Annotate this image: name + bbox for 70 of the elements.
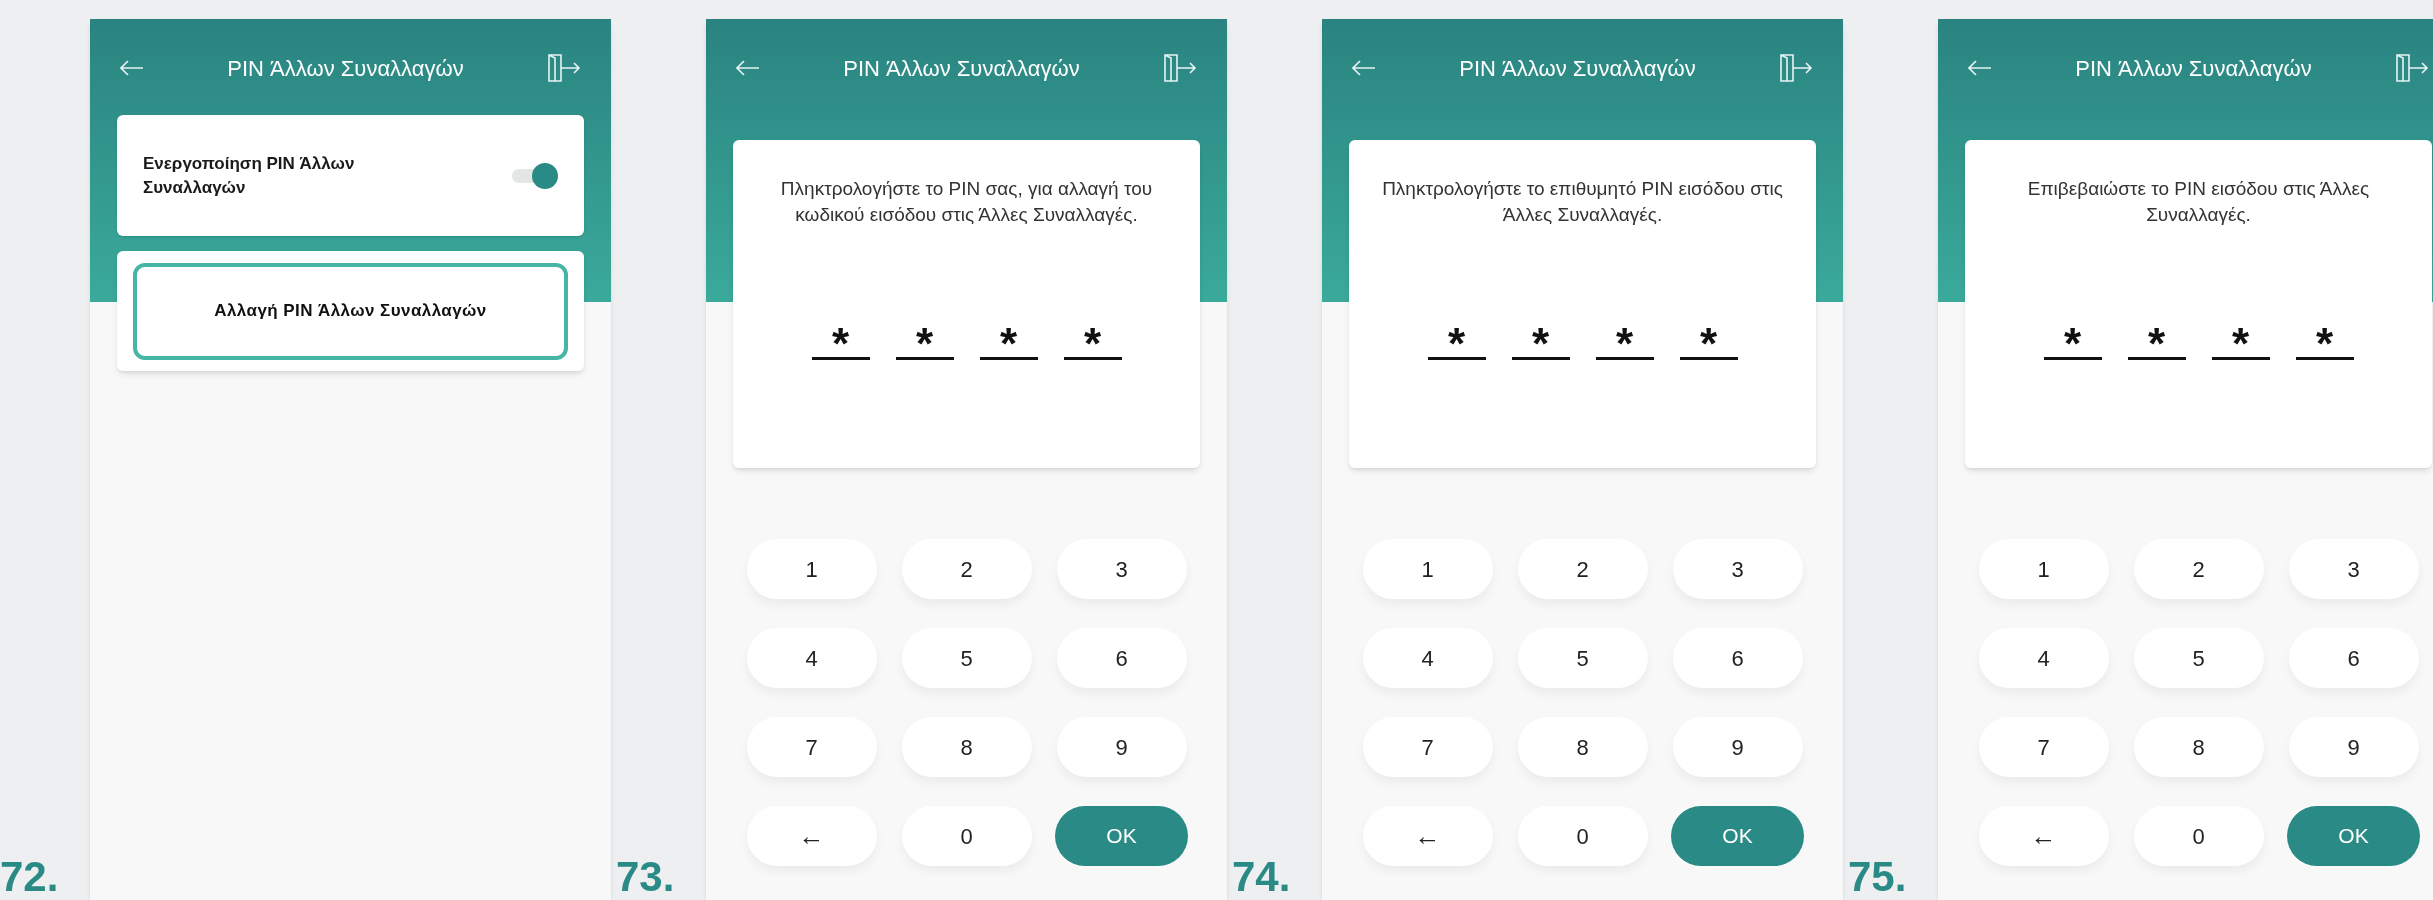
backspace-key[interactable]: ← — [1978, 806, 2109, 866]
back-icon[interactable] — [1968, 60, 1992, 76]
step-number: 75. — [1848, 856, 1907, 898]
change-pin-button[interactable]: Αλλαγή PIN Άλλων Συναλλαγών — [133, 262, 568, 360]
screen-title: PIN Άλλων Συναλλαγών — [1459, 54, 1696, 83]
pin-digit: * — [2211, 316, 2270, 360]
pin-prompt: Επιβεβαιώστε το PIN εισόδου στις Άλλες Συναλλαγές. — [2026, 177, 2371, 227]
screen-title: PIN Άλλων Συναλλαγών — [2075, 54, 2312, 83]
keypad-key[interactable]: 2 — [1517, 539, 1648, 599]
keypad-key[interactable]: 1 — [1978, 539, 2109, 599]
pin-digit: * — [979, 316, 1038, 360]
back-icon[interactable] — [120, 60, 144, 76]
keypad-key[interactable]: 9 — [2288, 717, 2419, 777]
keypad-key[interactable]: 6 — [1672, 628, 1803, 688]
keypad-key[interactable]: 6 — [1056, 628, 1187, 688]
keypad-key[interactable]: 8 — [2133, 717, 2264, 777]
keypad-key[interactable]: 3 — [1672, 539, 1803, 599]
step-number: 73. — [616, 856, 675, 898]
exit-door-icon[interactable] — [1779, 53, 1813, 83]
keypad-key[interactable]: 5 — [901, 628, 1032, 688]
keypad-key[interactable]: 0 — [901, 806, 1032, 866]
screen-title: PIN Άλλων Συναλλαγών — [843, 54, 1080, 83]
keypad-key[interactable]: 6 — [2288, 628, 2419, 688]
pin-digit: * — [1063, 316, 1122, 360]
pin-digit: * — [1511, 316, 1570, 360]
keypad-key[interactable]: 4 — [746, 628, 877, 688]
keypad-key[interactable]: 5 — [1517, 628, 1648, 688]
pin-digit: * — [1595, 316, 1654, 360]
exit-door-icon[interactable] — [547, 53, 581, 83]
keypad-key[interactable]: 2 — [901, 539, 1032, 599]
toggle-label: Ενεργοποίηση PIN Άλλων Συναλλαγών — [143, 152, 356, 199]
step-number: 74. — [1232, 856, 1291, 898]
keypad-key[interactable]: 5 — [2133, 628, 2264, 688]
toggle-switch[interactable] — [512, 162, 558, 189]
pin-digit: * — [2127, 316, 2186, 360]
keypad-key[interactable]: 9 — [1672, 717, 1803, 777]
keypad-key[interactable]: 0 — [1517, 806, 1648, 866]
back-icon[interactable] — [1352, 60, 1376, 76]
keypad-key[interactable]: 7 — [1362, 717, 1493, 777]
step-number: 72. — [0, 856, 59, 898]
pin-prompt: Πληκτρολογήστε το PIN σας, για αλλαγή του κωδικού εισόδου στις Άλλες Συναλλαγές. — [779, 177, 1154, 227]
keypad-key[interactable]: 7 — [746, 717, 877, 777]
keypad-key[interactable]: 1 — [746, 539, 877, 599]
keypad-key[interactable]: 2 — [2133, 539, 2264, 599]
backspace-key[interactable]: ← — [1362, 806, 1493, 866]
keypad-key[interactable]: 4 — [1978, 628, 2109, 688]
pin-digit: * — [2043, 316, 2102, 360]
ok-button[interactable]: OK — [2287, 806, 2420, 866]
keypad-key[interactable]: 4 — [1362, 628, 1493, 688]
ok-button[interactable]: OK — [1055, 806, 1188, 866]
keypad-key[interactable]: 3 — [1056, 539, 1187, 599]
backspace-key[interactable]: ← — [746, 806, 877, 866]
exit-door-icon[interactable] — [2395, 53, 2429, 83]
pin-digit: * — [811, 316, 870, 360]
keypad-key[interactable]: 0 — [2133, 806, 2264, 866]
pin-digit: * — [895, 316, 954, 360]
keypad-key[interactable]: 8 — [1517, 717, 1648, 777]
pin-digit: * — [2295, 316, 2354, 360]
keypad-key[interactable]: 9 — [1056, 717, 1187, 777]
back-icon[interactable] — [736, 60, 760, 76]
screen-title: PIN Άλλων Συναλλαγών — [227, 54, 464, 83]
keypad-key[interactable]: 1 — [1362, 539, 1493, 599]
keypad-key[interactable]: 7 — [1978, 717, 2109, 777]
exit-door-icon[interactable] — [1163, 53, 1197, 83]
keypad-key[interactable]: 8 — [901, 717, 1032, 777]
keypad-key[interactable]: 3 — [2288, 539, 2419, 599]
pin-prompt: Πληκτρολογήστε το επιθυμητό PIN εισόδου στις Άλλες Συναλλαγές. — [1381, 177, 1784, 227]
pin-digit: * — [1679, 316, 1738, 360]
ok-button[interactable]: OK — [1671, 806, 1804, 866]
pin-digit: * — [1427, 316, 1486, 360]
